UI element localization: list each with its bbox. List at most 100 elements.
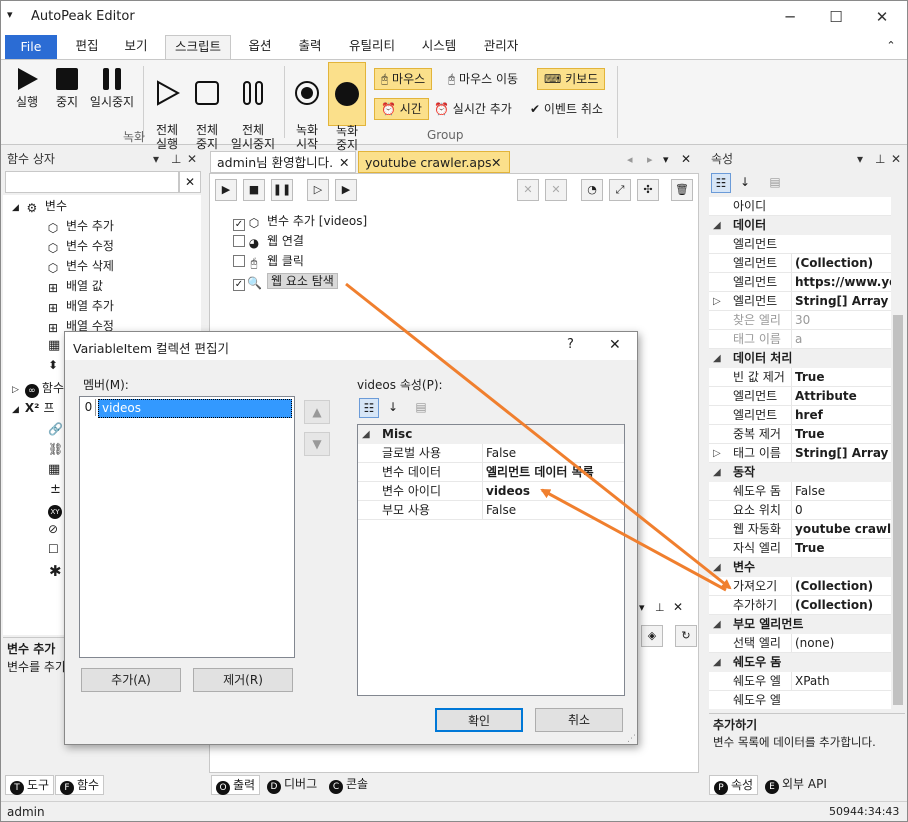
editor-play-button[interactable]: ▶ bbox=[215, 179, 237, 201]
pause-all-button[interactable]: 전체 일시중지 bbox=[227, 66, 279, 151]
categorized-icon[interactable]: ☷ bbox=[359, 398, 379, 418]
property-row[interactable]: 엘리먼트 href bbox=[709, 406, 891, 425]
property-value[interactable]: False bbox=[791, 482, 891, 500]
dropdown-icon[interactable]: ▾ bbox=[857, 149, 863, 169]
tab-admin[interactable]: 관리자 bbox=[473, 35, 529, 59]
output-dropdown-icon[interactable]: ▾ bbox=[639, 601, 645, 614]
tree-item-function[interactable]: ▷ ∞ 함수 bbox=[12, 378, 64, 398]
output-close-icon[interactable]: ✕ bbox=[673, 600, 683, 614]
record-start-button[interactable]: 녹화 시작 bbox=[289, 66, 325, 151]
property-value[interactable]: False bbox=[482, 501, 622, 519]
tab-functions[interactable]: F 함수 bbox=[55, 775, 105, 795]
mouse-toggle[interactable]: 🖰 마우스 bbox=[374, 68, 433, 90]
function-search-input[interactable] bbox=[5, 171, 179, 193]
resize-grip-icon[interactable]: ⋰ bbox=[627, 734, 636, 744]
alphabetical-icon[interactable]: ↓ bbox=[383, 398, 403, 418]
tree-item-array-add[interactable]: ⊞ 배열 추가 bbox=[46, 296, 114, 316]
tree-item-delete-variable[interactable]: ⬡ 변수 삭제 bbox=[46, 256, 114, 276]
property-value[interactable]: 엘리먼트 데이터 목록 bbox=[482, 463, 622, 481]
editor-stop-button[interactable]: ■ bbox=[243, 179, 265, 201]
keyboard-toggle[interactable]: ⌨ 키보드 bbox=[537, 68, 606, 90]
tree-item-add-variable[interactable]: ⬡ 변수 추가 bbox=[46, 216, 114, 236]
fill-icon[interactable]: ◈ bbox=[641, 625, 663, 647]
scrollbar-thumb[interactable] bbox=[893, 315, 903, 705]
property-row[interactable]: 엘리먼트 https://www.you bbox=[709, 273, 891, 292]
script-item[interactable]: 🖰 웹 클릭 bbox=[233, 251, 304, 271]
property-value[interactable]: True bbox=[791, 539, 891, 557]
collapse-ribbon-icon[interactable]: ⌃ bbox=[881, 35, 901, 59]
property-row[interactable]: 쉐도우 돔 False bbox=[709, 482, 891, 501]
property-value[interactable]: Attribute bbox=[791, 387, 891, 405]
property-row[interactable]: 엘리먼트 Attribute bbox=[709, 387, 891, 406]
property-row[interactable]: 빈 값 제거 True bbox=[709, 368, 891, 387]
delete-icon[interactable]: 🗑 bbox=[671, 179, 693, 201]
move-down-button[interactable]: ▼ bbox=[304, 432, 330, 456]
property-value[interactable]: https://www.you bbox=[791, 273, 891, 291]
property-value[interactable]: 0 bbox=[791, 501, 891, 519]
realtime-add-toggle[interactable]: ⏰ 실시간 추가 bbox=[427, 98, 519, 120]
tab-options[interactable]: 옵션 bbox=[237, 35, 283, 59]
cancel-button[interactable]: 취소 bbox=[535, 708, 623, 732]
property-row[interactable]: 엘리먼트 bbox=[709, 235, 891, 254]
tab-tools[interactable]: T 도구 bbox=[5, 775, 55, 795]
item-checkbox[interactable]: ✓ bbox=[233, 279, 245, 291]
property-row[interactable]: 변수 데이터 엘리먼트 데이터 목록 bbox=[358, 463, 624, 482]
event-cancel-toggle[interactable]: ✔ 이벤트 취소 bbox=[523, 98, 610, 120]
editor-pause-button[interactable]: ❚❚ bbox=[271, 179, 293, 201]
move-up-button[interactable]: ▲ bbox=[304, 400, 330, 424]
item-checkbox[interactable]: ✓ bbox=[233, 219, 245, 231]
property-value[interactable]: href bbox=[791, 406, 891, 424]
script-item[interactable]: ✓ ⬡ 변수 추가 [videos] bbox=[233, 211, 367, 231]
property-row[interactable]: ▷ 태그 이름 String[] Array bbox=[709, 444, 891, 463]
property-category[interactable]: ◢ 변수 bbox=[709, 558, 891, 577]
property-value[interactable]: (Collection) bbox=[791, 596, 891, 614]
property-row[interactable]: 자식 엘리 True bbox=[709, 539, 891, 558]
expand-icon[interactable]: ⤢ bbox=[609, 179, 631, 201]
tab-console[interactable]: C 콘솔 bbox=[325, 775, 372, 795]
mouse-move-toggle[interactable]: 🖰 마우스 이동 bbox=[441, 68, 525, 90]
close-button[interactable]: ✕ bbox=[859, 5, 905, 29]
property-row[interactable]: ▷ 엘리먼트 String[] Array bbox=[709, 292, 891, 311]
tree-item-array-value[interactable]: ⊞ 배열 값 bbox=[46, 276, 103, 296]
property-scrollbar[interactable] bbox=[891, 197, 905, 709]
editor-x2-button[interactable]: ✕ bbox=[545, 179, 567, 201]
tab-external-api[interactable]: E 외부 API bbox=[761, 775, 831, 795]
item-checkbox[interactable] bbox=[233, 255, 245, 267]
collapse-icon[interactable]: ✣ bbox=[637, 179, 659, 201]
run-all-button[interactable]: 전체 실행 bbox=[147, 66, 187, 151]
tab-properties[interactable]: P 속성 bbox=[709, 775, 759, 795]
property-value[interactable]: (Collection) bbox=[791, 254, 891, 272]
tab-output[interactable]: 출력 bbox=[287, 35, 333, 59]
property-value[interactable]: 30 bbox=[791, 311, 891, 329]
add-member-button[interactable]: 추가(A) bbox=[81, 668, 181, 692]
ok-button[interactable]: 확인 bbox=[435, 708, 523, 732]
collapse-icon[interactable]: ◢ bbox=[713, 216, 721, 235]
property-value[interactable]: (none) bbox=[791, 634, 891, 652]
tab-youtube-crawler[interactable]: youtube crawler.aps ✕ bbox=[358, 151, 510, 173]
editor-step-button[interactable]: ▷ bbox=[307, 179, 329, 201]
property-pages-icon[interactable]: ▤ bbox=[411, 398, 431, 418]
categorized-icon[interactable]: ☷ bbox=[711, 173, 731, 193]
tab-welcome[interactable]: admin님 환영합니다. ✕ bbox=[210, 151, 356, 173]
script-item-selected[interactable]: ✓ 🔍 웹 요소 탐색 bbox=[233, 271, 338, 291]
property-value[interactable]: False bbox=[482, 444, 622, 462]
property-value[interactable]: youtube crawler bbox=[791, 520, 891, 538]
tab-edit[interactable]: 편집 bbox=[65, 35, 109, 59]
collapse-icon[interactable]: ◢ bbox=[713, 615, 721, 634]
tree-item-expression[interactable]: ◢ X² 프 bbox=[12, 398, 54, 418]
property-row[interactable]: 쉐도우 엘 XPath bbox=[709, 672, 891, 691]
property-row[interactable]: 쉐도우 엘 bbox=[709, 691, 891, 709]
stop-all-button[interactable]: 전체 중지 bbox=[187, 66, 227, 151]
property-category[interactable]: ◢ 데이터 bbox=[709, 216, 891, 235]
close-panel-icon[interactable]: ✕ bbox=[187, 149, 197, 169]
property-row[interactable]: 요소 위치 0 bbox=[709, 501, 891, 520]
collapse-icon[interactable]: ◢ bbox=[713, 558, 721, 577]
run-button[interactable]: 실행 bbox=[9, 66, 45, 109]
tab-script[interactable]: 스크립트 bbox=[165, 35, 231, 59]
pin-icon[interactable]: ⊥ bbox=[875, 149, 885, 169]
close-tab-icon[interactable]: ✕ bbox=[339, 152, 349, 173]
tab-output-bottom[interactable]: O 출력 bbox=[211, 775, 261, 795]
property-value[interactable]: True bbox=[791, 425, 891, 443]
editor-refresh-button[interactable]: ◔ bbox=[581, 179, 603, 201]
property-category[interactable]: ◢ 데이터 처리 bbox=[709, 349, 891, 368]
